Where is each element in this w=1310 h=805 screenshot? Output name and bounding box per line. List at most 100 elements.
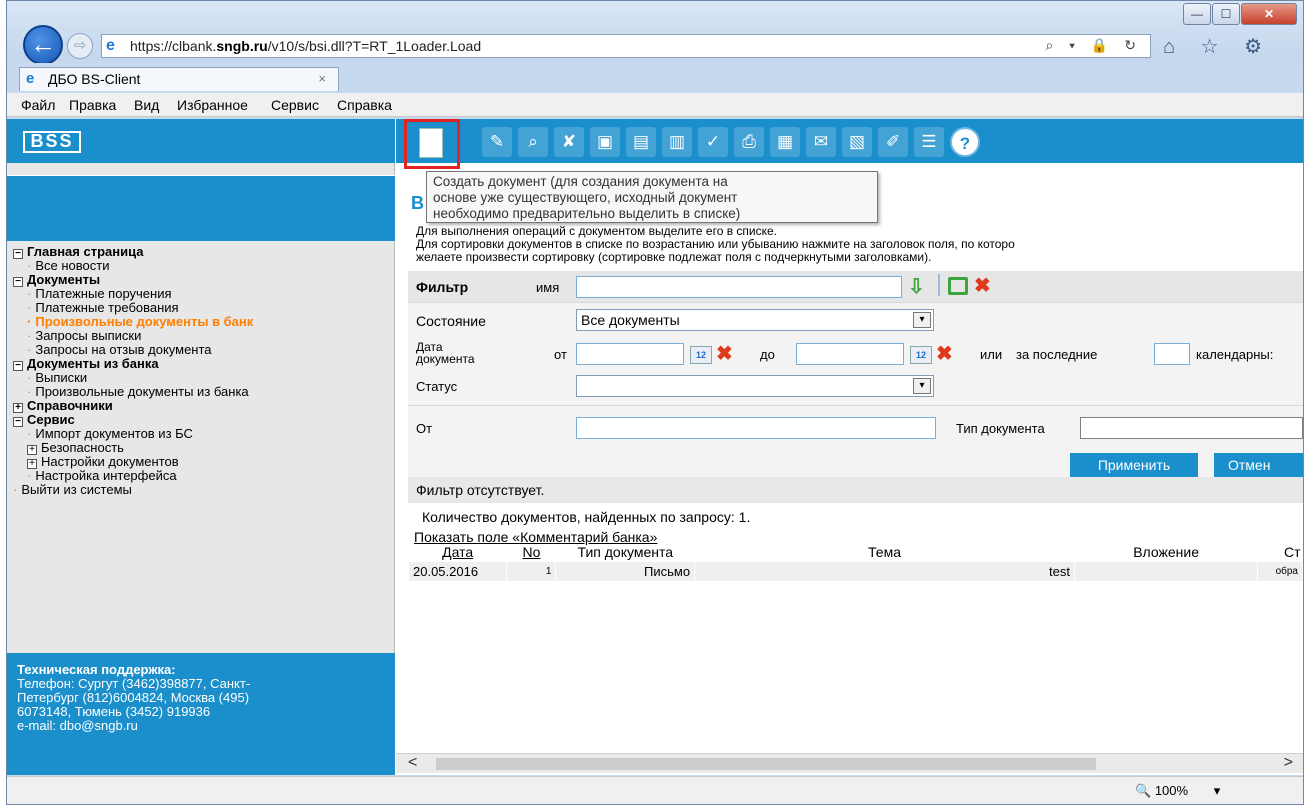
browser-toolbar-icons[interactable]: ⌂ ☆ ⚙ [1163, 34, 1272, 59]
sign-icon[interactable]: ▣ [590, 127, 620, 157]
page-title: В [411, 193, 424, 213]
date-to-input[interactable] [796, 343, 904, 365]
expand-icon[interactable]: + [27, 445, 37, 455]
scroll-icon[interactable]: ✉ [806, 127, 836, 157]
sidebar-item[interactable]: · Импорт документов из БС [13, 427, 393, 441]
bullet-icon: · [27, 384, 32, 399]
sidebar-item[interactable]: · Платежные поручения [13, 287, 393, 301]
menu-favorites[interactable]: Избранное [177, 97, 248, 113]
delete-icon[interactable]: ✘ [554, 127, 584, 157]
from-field-label: От [416, 421, 433, 436]
sidebar-item[interactable]: · Запросы на отзыв документа [13, 343, 393, 357]
view-icon[interactable]: ⌕ [518, 127, 548, 157]
date-from-input[interactable] [576, 343, 684, 365]
tab-dbo-bs-client[interactable]: e ДБО BS-Client × [19, 67, 339, 91]
expand-icon[interactable]: + [13, 403, 23, 413]
scroll-left-icon[interactable]: < [408, 754, 417, 772]
cell-date: 20.05.2016 [407, 560, 508, 582]
load-filter-icon[interactable]: ⇩ [908, 274, 925, 299]
sidebar-item[interactable]: − Документы из банка [13, 357, 393, 371]
save-filter-icon[interactable] [948, 277, 968, 295]
logo-band: BSS [7, 119, 395, 163]
status-select[interactable]: ▾ [576, 375, 934, 397]
help-text: Для выполнения операций с документом выд… [416, 225, 1015, 264]
column-attachment: Вложение [1133, 543, 1200, 560]
remove-sign-icon[interactable]: ▤ [626, 127, 656, 157]
sidebar-item-label: Настройки документов [41, 454, 179, 469]
menu-help[interactable]: Справка [337, 97, 392, 113]
collapse-icon[interactable]: − [13, 249, 23, 259]
maximize-button[interactable]: ☐ [1212, 3, 1240, 25]
last-days-input[interactable] [1154, 343, 1190, 365]
stamp-icon[interactable]: ✐ [878, 127, 908, 157]
zoom-control[interactable]: 🔍 100% ▾ [1135, 783, 1220, 799]
archive-icon[interactable]: ▧ [842, 127, 872, 157]
page-content: BSS − Главная страница · Все новости − Докуме… [7, 119, 1303, 775]
collapse-icon[interactable]: − [13, 417, 23, 427]
column-date[interactable]: Дата [409, 543, 507, 561]
sidebar-item-label: Запросы на отзыв документа [35, 342, 212, 357]
sidebar-item[interactable]: − Документы [13, 273, 393, 287]
settings-icon[interactable]: ☰ [914, 127, 944, 157]
back-button[interactable]: ← [23, 25, 63, 65]
support-line: Телефон: Сургут (3462)398877, Санкт- [17, 676, 251, 691]
sidebar-item[interactable]: − Сервис [13, 413, 393, 427]
cancel-button[interactable]: Отмен [1214, 453, 1303, 477]
support-line: 6073148, Тюмень (3452) 919936 [17, 704, 211, 719]
filter-name-input[interactable] [576, 276, 902, 298]
menu-view[interactable]: Вид [134, 97, 159, 113]
minimize-button[interactable]: — [1183, 3, 1211, 25]
close-window-button[interactable]: ✕ [1241, 3, 1297, 25]
menu-file[interactable]: Файл [21, 97, 55, 113]
main-area: ✎ ⌕ ✘ ▣ ▤ ▥ ✓ ⎙ ▦ ✉ ▧ ✐ ☰? Создать документ (для соз… [396, 119, 1303, 775]
export-icon[interactable]: ▦ [770, 127, 800, 157]
forward-button[interactable]: ⇨ [67, 33, 93, 59]
help-icon[interactable]: ? [950, 127, 980, 157]
collapse-icon[interactable]: − [13, 361, 23, 371]
chevron-down-icon: ▾ [913, 312, 931, 328]
divider [408, 405, 1303, 406]
sidebar-item[interactable]: · Платежные требования [13, 301, 393, 315]
zoom-dropdown-icon[interactable]: ▾ [1214, 783, 1221, 798]
send-icon[interactable]: ▥ [662, 127, 692, 157]
sidebar-item-label: Все новости [35, 258, 110, 273]
apply-button[interactable]: Применить [1070, 453, 1198, 477]
calendar-icon[interactable]: 12 [910, 346, 932, 364]
calendar-icon[interactable]: 12 [690, 346, 712, 364]
menu-service[interactable]: Сервис [271, 97, 319, 113]
print-icon[interactable]: ⎙ [734, 127, 764, 157]
create-document-button[interactable] [404, 119, 460, 169]
address-actions-icon[interactable]: ⌕ ▾ 🔒 ↻ [1045, 37, 1142, 54]
horizontal-scrollbar[interactable]: < > [396, 753, 1303, 773]
sidebar-item[interactable]: · Все новости [13, 259, 393, 273]
delete-filter-icon[interactable]: ✖ [974, 276, 991, 296]
sidebar-item[interactable]: + Безопасность [13, 441, 393, 455]
clear-date-from-icon[interactable]: ✖ [716, 344, 733, 364]
scrollbar-thumb[interactable] [436, 758, 1096, 770]
sidebar-item[interactable]: + Справочники [13, 399, 393, 413]
sidebar-item[interactable]: · Настройка интерфейса [13, 469, 393, 483]
sidebar-item[interactable]: · Произвольные документы из банка [13, 385, 393, 399]
collapse-icon[interactable]: − [13, 277, 23, 287]
edit-icon[interactable]: ✎ [482, 127, 512, 157]
date-to-label: до [760, 347, 775, 362]
address-bar[interactable]: e https://clbank.sngb.ru/v10/s/bsi.dll?T… [101, 34, 1151, 58]
clear-date-to-icon[interactable]: ✖ [936, 344, 953, 364]
doc-type-input[interactable] [1080, 417, 1303, 439]
sidebar-item[interactable]: · Произвольные документы в банк [13, 315, 393, 329]
tab-close-icon[interactable]: × [318, 71, 326, 86]
sidebar-item[interactable]: − Главная страница [13, 245, 393, 259]
table-row[interactable]: 20.05.2016 1 Письмо test обра [407, 560, 1303, 582]
state-select-value: Все документы [581, 312, 680, 328]
state-select[interactable]: Все документы ▾ [576, 309, 934, 331]
sidebar-item[interactable]: · Выписки [13, 371, 393, 385]
check-icon[interactable]: ✓ [698, 127, 728, 157]
menu-edit[interactable]: Правка [69, 97, 116, 113]
sidebar-item[interactable]: · Выйти из системы [13, 483, 393, 497]
scroll-right-icon[interactable]: > [1284, 754, 1293, 772]
from-field-input[interactable] [576, 417, 936, 439]
url-text[interactable]: https://clbank.sngb.ru/v10/s/bsi.dll?T=R… [130, 38, 481, 54]
sidebar-item[interactable]: · Запросы выписки [13, 329, 393, 343]
column-no[interactable]: No [507, 543, 556, 561]
sidebar-item[interactable]: + Настройки документов [13, 455, 393, 469]
